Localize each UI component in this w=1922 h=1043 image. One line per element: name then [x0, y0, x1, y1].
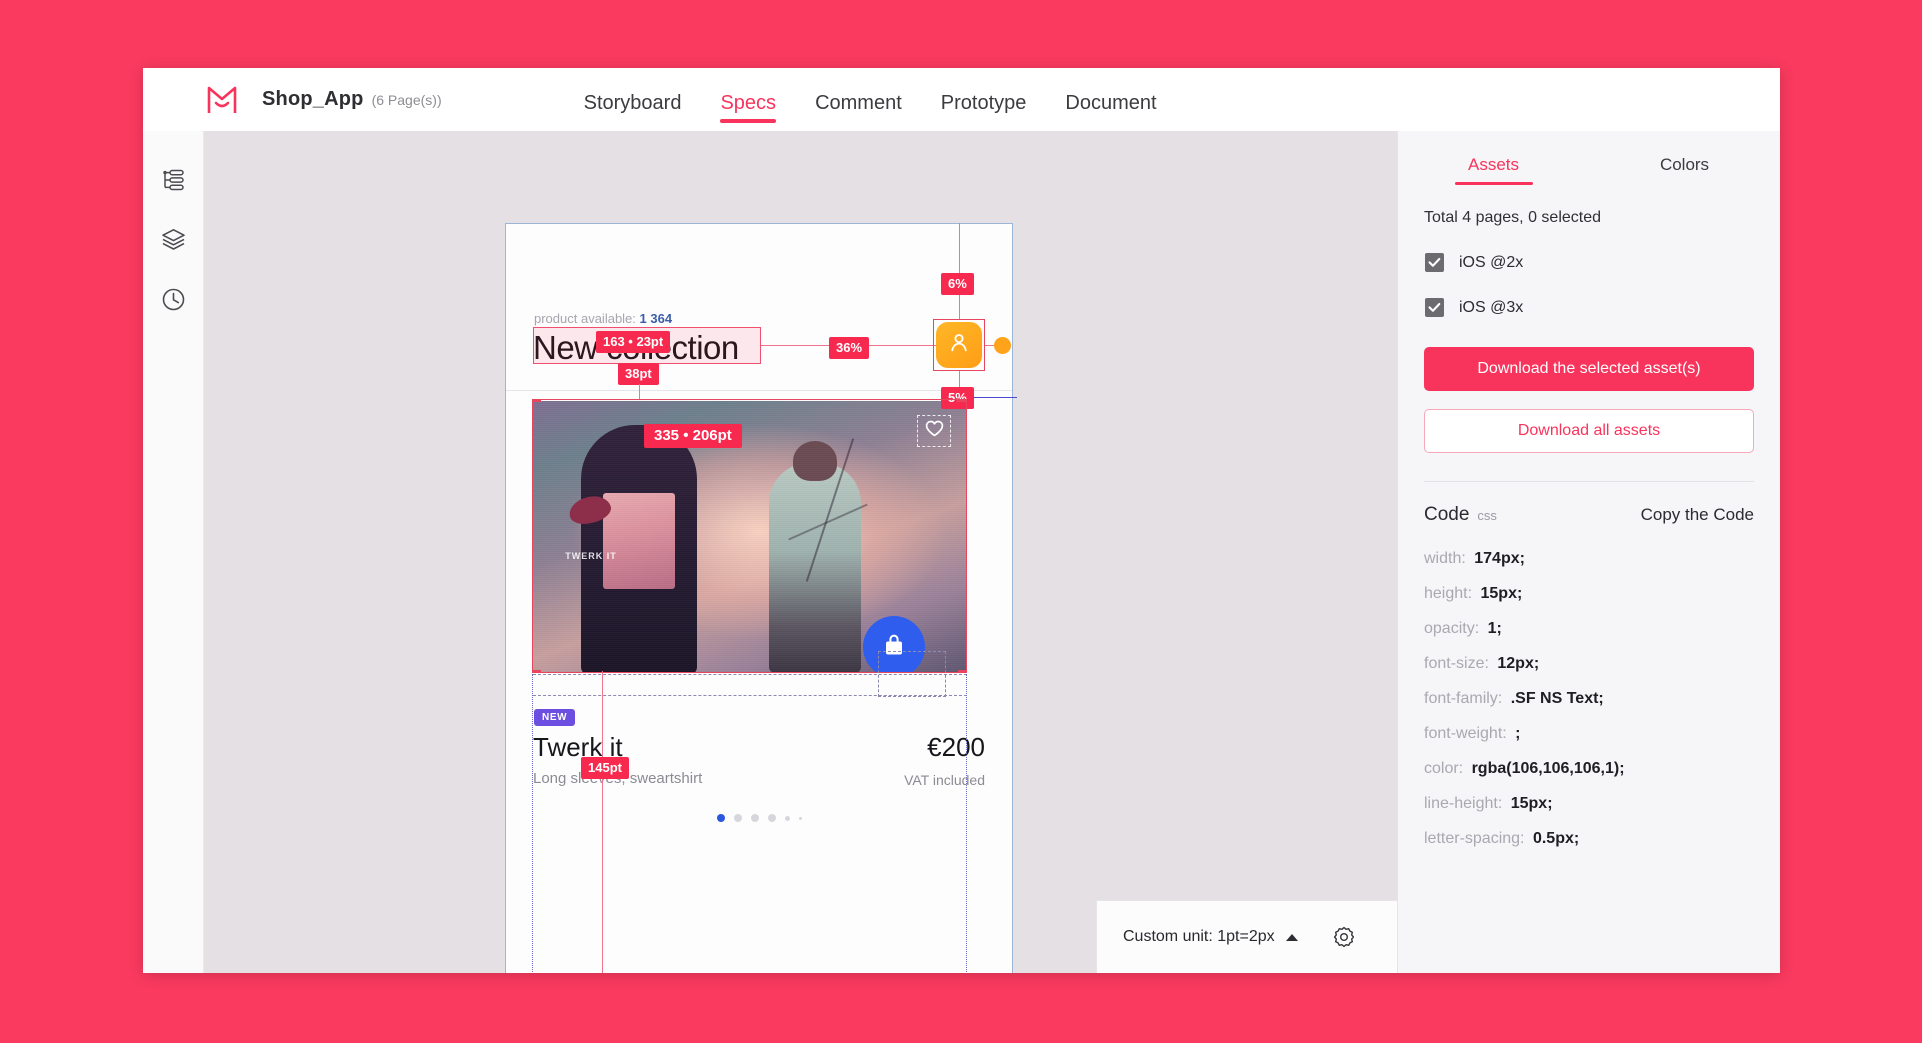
code-row: font-size: 12px; — [1424, 655, 1780, 673]
code-value: 12px; — [1497, 655, 1540, 672]
sidebar-item-history[interactable] — [152, 281, 194, 323]
custom-unit-label: Custom unit: 1pt=2px — [1123, 928, 1275, 945]
checkbox-row-ios3x[interactable]: iOS @3x — [1425, 298, 1780, 317]
code-value: .SF NS Text; — [1510, 690, 1604, 707]
heart-icon — [925, 420, 944, 442]
code-value: 0.5px; — [1532, 830, 1580, 847]
copy-code-button[interactable]: Copy the Code — [1641, 505, 1754, 525]
code-properties-list: width: 174px; height: 15px; opacity: 1; … — [1424, 550, 1780, 848]
headline-divider — [506, 390, 1012, 391]
checkbox-row-ios2x[interactable]: iOS @2x — [1425, 253, 1780, 272]
code-row: font-weight: ; — [1424, 725, 1780, 743]
code-key: letter-spacing: — [1424, 830, 1525, 847]
product-name: Twerk it — [533, 732, 623, 762]
assets-total-text: Total 4 pages, 0 selected — [1424, 209, 1602, 226]
tab-specs[interactable]: Specs — [720, 93, 776, 131]
carousel-dot[interactable] — [750, 814, 759, 822]
hero-image[interactable]: TWERK IT — [533, 401, 967, 673]
tab-document[interactable]: Document — [1065, 93, 1156, 131]
code-row: letter-spacing: 0.5px; — [1424, 830, 1780, 848]
carousel-dots[interactable] — [506, 814, 1012, 822]
checkbox-label-ios2x: iOS @2x — [1459, 253, 1524, 271]
code-value: rgba(106,106,106,1); — [1471, 760, 1625, 777]
tab-assets[interactable]: Assets — [1398, 155, 1589, 187]
history-clock-icon — [161, 287, 186, 317]
caret-up-icon[interactable] — [1285, 933, 1298, 941]
code-value: 15px; — [1480, 585, 1523, 602]
code-key: opacity: — [1424, 620, 1480, 637]
carousel-dot[interactable] — [798, 816, 802, 820]
top-bar: Shop_App (6 Page(s)) Storyboard Specs Co… — [143, 68, 1780, 132]
product-description: Long sleeves, sweartshirt — [533, 770, 703, 787]
code-key: font-family: — [1424, 690, 1503, 707]
checkbox-ios3x[interactable] — [1425, 298, 1444, 317]
main-tabs: Storyboard Specs Comment Prototype Docum… — [584, 68, 1157, 131]
availability-value: 1 364 — [639, 311, 673, 326]
favorite-button[interactable] — [917, 415, 951, 447]
panel-tabs: Assets Colors — [1398, 131, 1780, 187]
tab-comment[interactable]: Comment — [815, 93, 902, 131]
carousel-dot[interactable] — [767, 814, 776, 822]
status-badge-new: NEW — [534, 709, 576, 726]
mockplus-logo-icon[interactable] — [204, 83, 240, 117]
sidebar-item-layers[interactable] — [152, 221, 194, 263]
code-row: line-height: 15px; — [1424, 795, 1780, 813]
product-availability: product available: 1 364 — [534, 311, 672, 326]
code-key: line-height: — [1424, 795, 1503, 812]
code-key: font-size: — [1424, 655, 1489, 672]
app-window: Shop_App (6 Page(s)) Storyboard Specs Co… — [143, 68, 1780, 973]
code-row: color: rgba(106,106,106,1); — [1424, 760, 1780, 778]
checkbox-ios2x[interactable] — [1425, 253, 1444, 272]
download-all-button[interactable]: Download all assets — [1424, 409, 1754, 453]
app-name: Shop_App — [262, 88, 364, 110]
carousel-dot[interactable] — [784, 815, 790, 821]
design-canvas[interactable]: product available: 1 364 New collection … — [204, 131, 1397, 973]
left-rail — [143, 131, 204, 973]
sidebar-item-structure[interactable] — [152, 161, 194, 203]
unit-toolbar: Custom unit: 1pt=2px — [1096, 900, 1397, 973]
page-count: (6 Page(s)) — [371, 91, 442, 108]
availability-label: product available: — [534, 311, 636, 326]
code-key: color: — [1424, 760, 1464, 777]
code-value: 1; — [1487, 620, 1502, 637]
code-row: font-family: .SF NS Text; — [1424, 690, 1780, 708]
code-key: height: — [1424, 585, 1473, 602]
code-value: 174px; — [1474, 550, 1525, 567]
artboard[interactable]: product available: 1 364 New collection … — [505, 223, 1013, 973]
code-value: 15px; — [1510, 795, 1553, 812]
hero-print-text: TWERK IT — [565, 551, 617, 561]
product-price: €200 — [927, 732, 985, 762]
code-row: width: 174px; — [1424, 550, 1780, 568]
code-title: Code — [1424, 504, 1470, 525]
tab-prototype[interactable]: Prototype — [941, 93, 1027, 131]
shopping-bag-icon — [883, 633, 905, 662]
code-value: ; — [1515, 725, 1521, 742]
layers-icon — [161, 227, 186, 257]
code-header: Code css Copy the Code — [1424, 504, 1754, 526]
tab-colors[interactable]: Colors — [1589, 155, 1780, 187]
right-panel: Assets Colors Total 4 pages, 0 selected … — [1397, 131, 1780, 973]
code-row: height: 15px; — [1424, 585, 1780, 603]
gear-icon[interactable] — [1332, 925, 1356, 949]
carousel-dot[interactable] — [716, 814, 725, 822]
tab-storyboard[interactable]: Storyboard — [584, 93, 682, 131]
download-selected-button[interactable]: Download the selected asset(s) — [1424, 347, 1754, 391]
panel-divider — [1424, 481, 1754, 482]
product-vat-note: VAT included — [904, 772, 985, 788]
code-key: font-weight: — [1424, 725, 1507, 742]
code-row: opacity: 1; — [1424, 620, 1780, 638]
artboard-headline: New collection — [533, 329, 739, 366]
tree-structure-icon — [161, 168, 185, 197]
checkbox-label-ios3x: iOS @3x — [1459, 298, 1524, 316]
code-key: width: — [1424, 550, 1466, 567]
code-language: css — [1477, 508, 1497, 523]
carousel-dot[interactable] — [733, 814, 742, 822]
add-to-cart-button[interactable] — [863, 616, 925, 673]
